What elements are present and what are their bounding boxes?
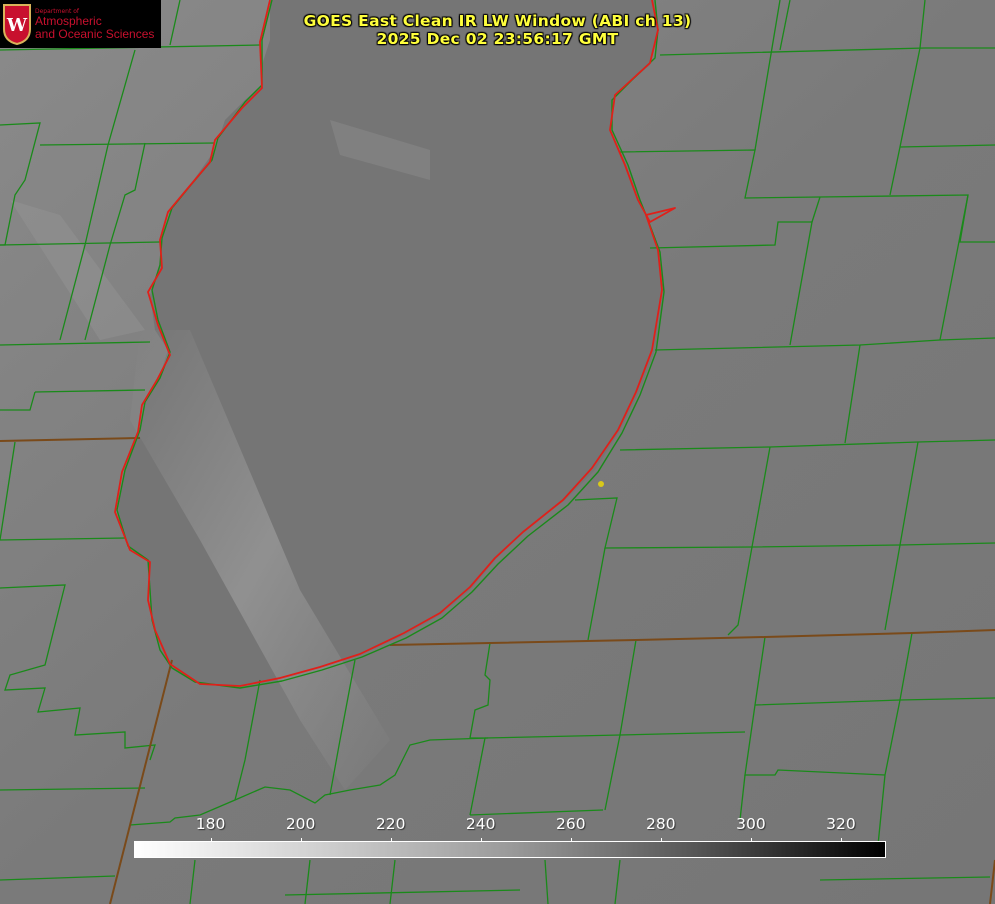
colorbar-tick-label: 240 — [465, 815, 496, 833]
colorbar-tick-label: 300 — [736, 815, 766, 833]
colorbar-tick-label: 180 — [195, 815, 226, 833]
colorbar-tick-label: 200 — [285, 815, 316, 833]
image-timestamp: 2025 Dec 02 23:56:17 GMT — [376, 30, 619, 48]
location-marker — [598, 481, 604, 487]
colorbar-tick-label: 280 — [646, 815, 676, 833]
temperature-colorbar — [134, 841, 886, 858]
image-title: GOES East Clean IR LW Window (ABI ch 13) — [303, 12, 692, 30]
colorbar-tick-label: 260 — [555, 815, 586, 833]
colorbar-tick-label: 220 — [375, 815, 406, 833]
colorbar-tick-label: 320 — [826, 815, 856, 833]
satellite-map[interactable] — [0, 0, 995, 904]
